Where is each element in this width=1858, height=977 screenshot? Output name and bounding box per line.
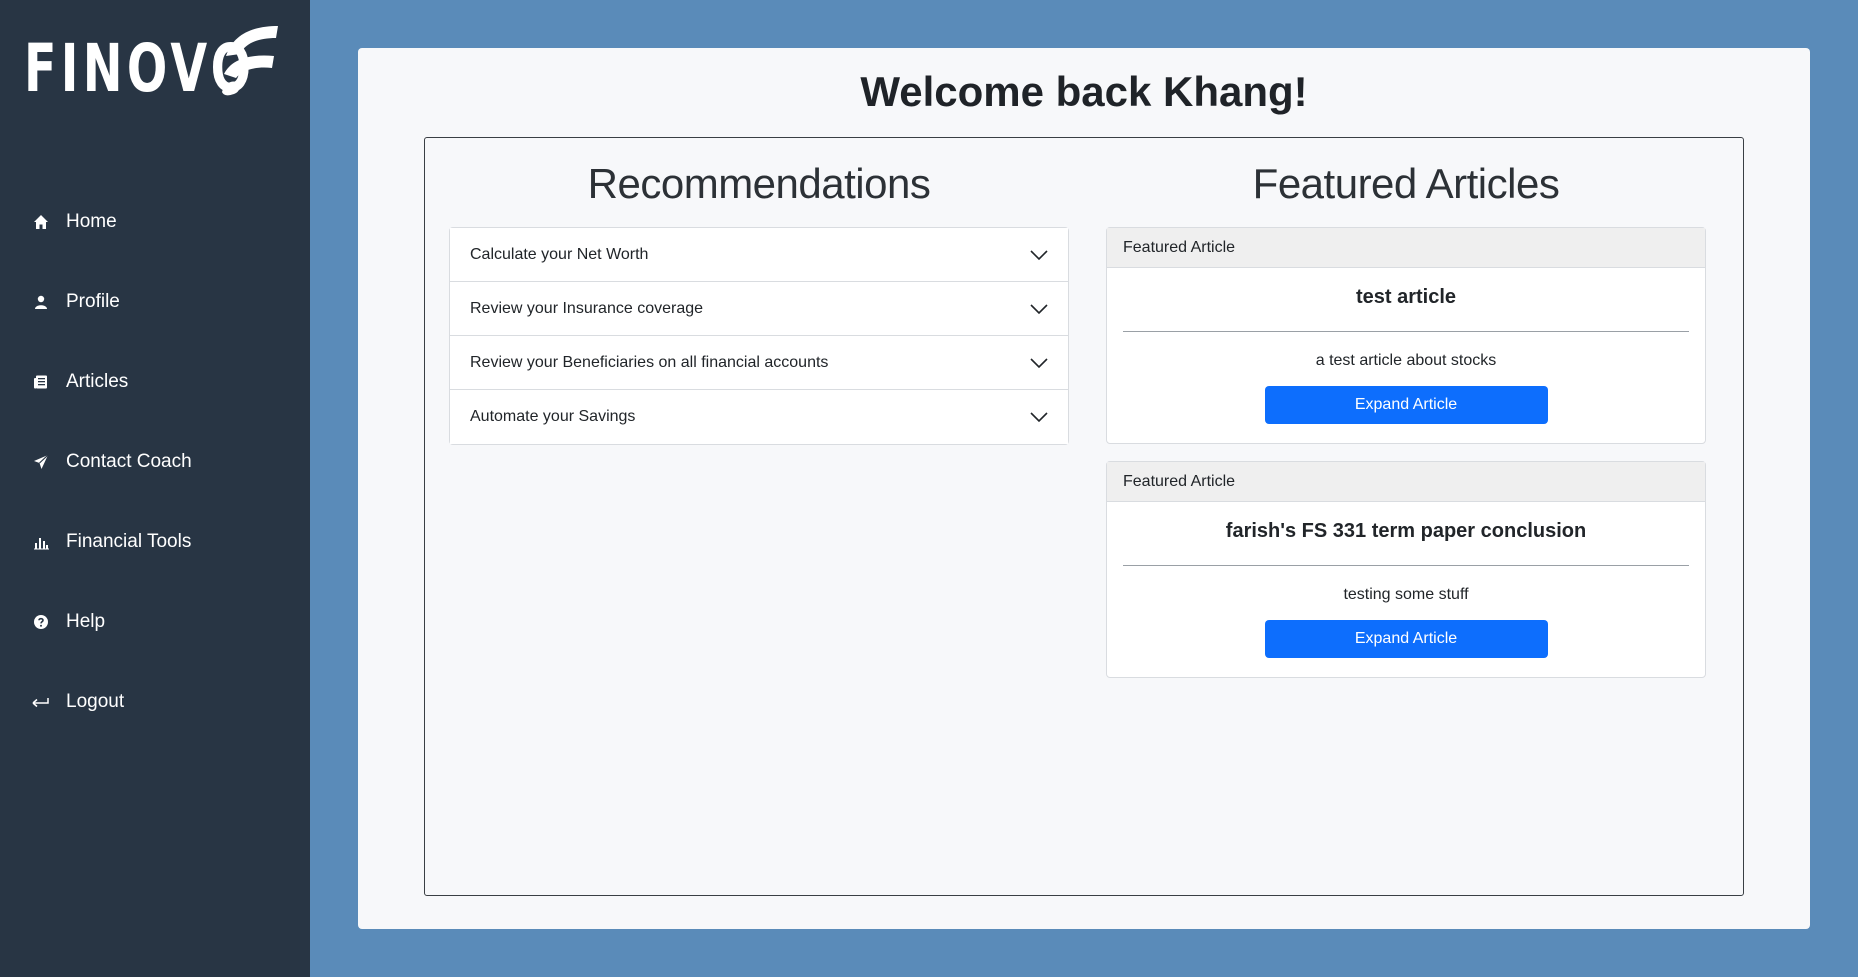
recommendation-item[interactable]: Review your Beneficiaries on all financi… — [450, 336, 1068, 390]
featured-article-header: Featured Article — [1107, 462, 1705, 502]
sidebar-item-label: Home — [66, 211, 117, 232]
home-icon — [32, 213, 50, 231]
chevron-down-icon — [1030, 303, 1048, 314]
article-title: test article — [1123, 268, 1689, 332]
question-circle-icon — [32, 613, 50, 631]
recommendation-item[interactable]: Automate your Savings — [450, 390, 1068, 444]
chevron-down-icon — [1030, 412, 1048, 423]
sidebar-item-label: Help — [66, 611, 106, 632]
person-icon — [32, 293, 50, 311]
featured-article-card: Featured Article farish's FS 331 term pa… — [1106, 461, 1706, 678]
sidebar-item-label: Logout — [66, 691, 125, 712]
sidebar-item-financial-tools[interactable]: Financial Tools — [0, 502, 310, 582]
sidebar-item-profile[interactable]: Profile — [0, 262, 310, 342]
recommendation-label: Review your Beneficiaries on all financi… — [470, 353, 829, 371]
logout-arrow-icon — [32, 693, 50, 711]
sidebar: FINOVO Home Profile Articles Contact Coa… — [0, 0, 310, 977]
expand-article-button[interactable]: Expand Article — [1264, 620, 1548, 658]
sidebar-item-label: Profile — [66, 291, 120, 312]
sidebar-item-label: Contact Coach — [66, 451, 192, 472]
chevron-down-icon — [1030, 357, 1048, 368]
sidebar-item-logout[interactable]: Logout — [0, 662, 310, 742]
finovo-logo[interactable]: FINOVO — [24, 20, 284, 102]
recommendation-item[interactable]: Calculate your Net Worth — [450, 228, 1068, 282]
article-title: farish's FS 331 term paper conclusion — [1123, 502, 1689, 566]
sidebar-item-label: Articles — [66, 371, 129, 392]
article-description: testing some stuff — [1343, 586, 1469, 603]
dashboard-panel: Recommendations Calculate your Net Worth… — [424, 137, 1744, 896]
chevron-down-icon — [1030, 249, 1048, 260]
newspaper-icon — [32, 373, 50, 391]
brand-name: FINOVO — [24, 30, 256, 107]
featured-article-header: Featured Article — [1107, 228, 1705, 268]
sidebar-item-help[interactable]: Help — [0, 582, 310, 662]
featured-articles-title: Featured Articles — [1252, 160, 1560, 207]
recommendations-title: Recommendations — [587, 160, 931, 207]
sidebar-item-articles[interactable]: Articles — [0, 342, 310, 422]
recommendation-label: Calculate your Net Worth — [470, 245, 649, 263]
article-description: a test article about stocks — [1315, 352, 1497, 369]
recommendation-label: Automate your Savings — [470, 408, 636, 425]
main-card: Welcome back Khang! Recommendations Calc… — [358, 48, 1810, 929]
featured-article-card: Featured Article test article a test art… — [1106, 227, 1706, 444]
sidebar-item-label: Financial Tools — [66, 531, 192, 552]
sidebar-item-home[interactable]: Home — [0, 182, 310, 262]
bar-chart-icon — [32, 533, 50, 551]
sidebar-nav: Home Profile Articles Contact Coach Fina… — [0, 182, 310, 742]
recommendation-label: Review your Insurance coverage — [470, 299, 704, 317]
expand-article-button[interactable]: Expand Article — [1264, 386, 1548, 424]
recommendation-item[interactable]: Review your Insurance coverage — [450, 282, 1068, 336]
sidebar-item-contact-coach[interactable]: Contact Coach — [0, 422, 310, 502]
recommendations-accordion: Calculate your Net Worth Review your Ins… — [449, 227, 1069, 445]
page-title: Welcome back Khang! — [860, 68, 1308, 115]
send-icon — [32, 453, 50, 471]
